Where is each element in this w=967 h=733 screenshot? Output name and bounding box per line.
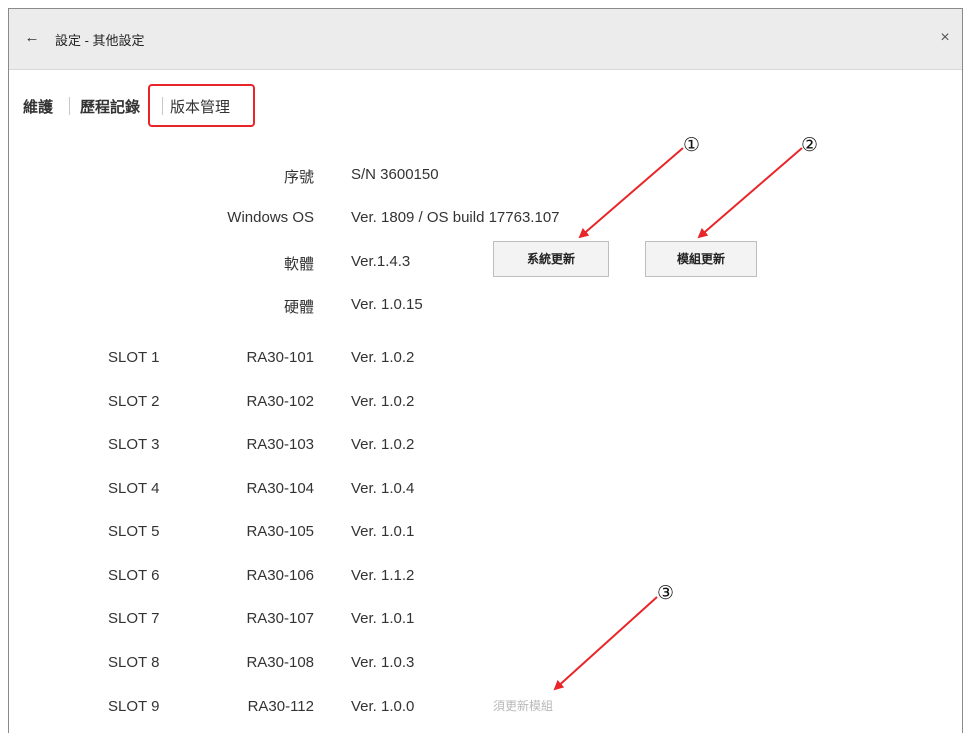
slot-version: Ver. 1.0.4 bbox=[351, 480, 415, 497]
slot-model: RA30-104 bbox=[246, 480, 314, 497]
software-value: Ver.1.4.3 bbox=[351, 253, 411, 270]
tab-history[interactable]: 歷程記錄 bbox=[80, 96, 140, 117]
slot-model: RA30-103 bbox=[246, 436, 314, 453]
slot-label: SLOT 3 bbox=[108, 436, 160, 453]
software-label: 軟體 bbox=[283, 256, 314, 273]
slot-label: SLOT 5 bbox=[108, 523, 160, 540]
annotation-marker-3: ③ bbox=[657, 582, 675, 604]
system-update-button[interactable]: 系統更新 bbox=[493, 241, 609, 277]
hardware-value: Ver. 1.0.15 bbox=[351, 296, 423, 313]
slot-model: RA30-108 bbox=[246, 654, 314, 671]
slot-version: Ver. 1.1.2 bbox=[351, 567, 415, 584]
slot-model: RA30-101 bbox=[246, 349, 314, 366]
serial-label: 序號 bbox=[283, 169, 314, 186]
slot-label: SLOT 4 bbox=[108, 480, 160, 497]
annotation-marker-1: ① bbox=[683, 134, 701, 156]
module-update-required-status: 須更新模組 bbox=[493, 699, 554, 713]
slot-version: Ver. 1.0.2 bbox=[351, 393, 415, 410]
slot-label: SLOT 2 bbox=[108, 393, 160, 410]
os-value: Ver. 1809 / OS build 17763.107 bbox=[351, 209, 560, 226]
tab-divider bbox=[69, 97, 70, 115]
title-bar: ← 設定 - 其他設定 × bbox=[9, 9, 962, 70]
slot-label: SLOT 6 bbox=[108, 567, 160, 584]
slot-version: Ver. 1.0.0 bbox=[351, 698, 415, 715]
hardware-label: 硬體 bbox=[283, 299, 314, 316]
slot-model: RA30-107 bbox=[246, 610, 314, 627]
slot-label: SLOT 1 bbox=[108, 349, 160, 366]
slot-version: Ver. 1.0.2 bbox=[351, 436, 415, 453]
slot-model: RA30-102 bbox=[246, 393, 314, 410]
os-label: Windows OS bbox=[227, 209, 314, 226]
serial-value: S/N 3600150 bbox=[351, 166, 439, 183]
slot-version: Ver. 1.0.1 bbox=[351, 523, 415, 540]
slot-label: SLOT 8 bbox=[108, 654, 160, 671]
arrow-left-icon[interactable]: ← bbox=[23, 29, 41, 47]
slot-model: RA30-112 bbox=[247, 698, 314, 715]
annotation-marker-2: ② bbox=[801, 134, 819, 156]
slot-label: SLOT 9 bbox=[108, 698, 160, 715]
close-icon[interactable]: × bbox=[936, 29, 954, 47]
module-update-button[interactable]: 模組更新 bbox=[645, 241, 757, 277]
slot-version: Ver. 1.0.1 bbox=[351, 610, 415, 627]
slot-model: RA30-105 bbox=[246, 523, 314, 540]
tab-maintenance[interactable]: 維護 bbox=[23, 96, 53, 117]
slot-label: SLOT 7 bbox=[108, 610, 160, 627]
slot-model: RA30-106 bbox=[246, 567, 314, 584]
window-title: 設定 - 其他設定 bbox=[55, 33, 145, 48]
active-tab-highlight bbox=[148, 84, 255, 127]
slot-version: Ver. 1.0.3 bbox=[351, 654, 415, 671]
slot-version: Ver. 1.0.2 bbox=[351, 349, 415, 366]
